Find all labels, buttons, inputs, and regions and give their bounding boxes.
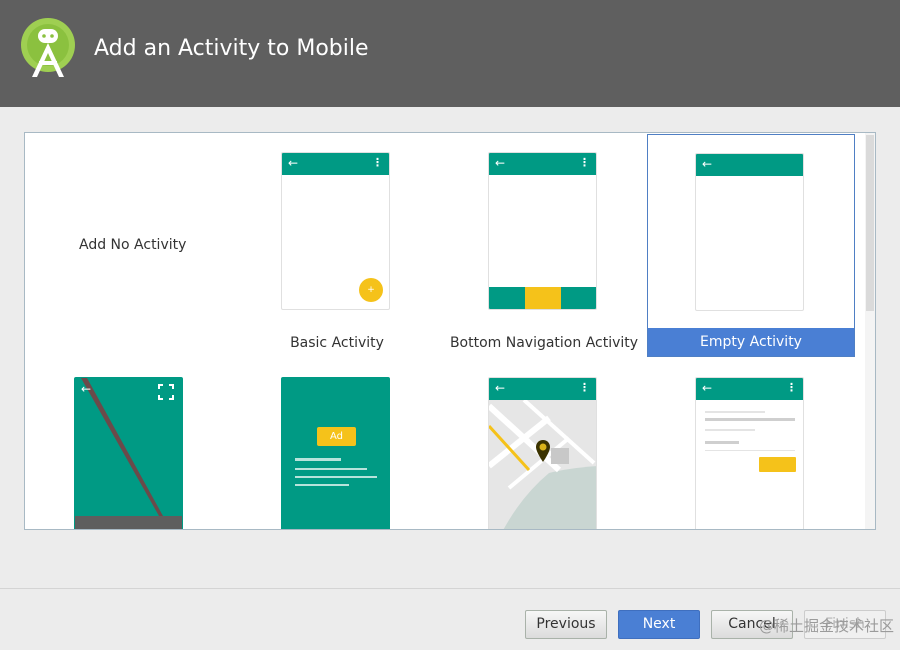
template-cell-empty-activity[interactable]: ← Empty Activity [647,134,855,357]
ad-badge: Ad [317,427,356,446]
basic-activity-preview: ← ⋮ + [281,152,390,310]
back-arrow-icon: ← [495,381,506,395]
gallery-scrollbar-thumb[interactable] [866,135,874,311]
back-arrow-icon: ← [495,156,506,170]
text-line-placeholder [295,484,349,486]
fullscreen-icon [158,384,174,400]
fullscreen-activity-preview: ← [74,377,183,529]
back-arrow-icon: ← [288,156,299,170]
template-cell-login-activity[interactable]: ← ⋮ [647,357,855,529]
fab-icon: + [359,278,383,302]
preview-app-bar: ← ⋮ [489,153,596,175]
text-line-placeholder [295,468,367,470]
previous-button[interactable]: Previous [525,610,607,639]
gallery-scrollbar[interactable] [865,133,875,529]
overflow-menu-icon: ⋮ [372,156,383,169]
map-pin-icon [536,440,550,462]
overflow-menu-icon: ⋮ [579,381,590,394]
preview-app-bar: ← ⋮ [489,378,596,400]
password-field-placeholder [705,429,755,431]
maps-activity-preview: ← ⋮ [488,377,597,529]
text-line-placeholder [295,476,377,478]
fullscreen-diagonal-graphic [75,378,182,529]
bottom-nav-bar [489,287,596,309]
template-cell-no-activity[interactable]: Add No Activity [25,133,233,357]
template-cell-maps-activity[interactable]: ← ⋮ [440,357,648,529]
ad-activity-preview: Ad [281,377,390,529]
template-cell-bottom-navigation-activity[interactable]: ← ⋮ Bottom Navigation Activity [440,133,648,357]
back-arrow-icon: ← [702,157,713,171]
android-studio-logo-icon [21,18,75,77]
template-label: Bottom Navigation Activity [449,335,639,351]
email-field-placeholder [705,411,765,413]
template-label-selected: Empty Activity [648,328,854,356]
email-field-placeholder [705,418,795,421]
dialog-title: Add an Activity to Mobile [94,36,369,61]
template-cell-fullscreen-activity[interactable]: ← [25,357,233,529]
next-button[interactable]: Next [618,610,700,639]
dialog-header: Add an Activity to Mobile [0,0,900,107]
back-arrow-icon: ← [702,381,713,395]
password-field-placeholder [705,450,795,451]
activity-template-gallery: Add No Activity ← ⋮ + Basic Activity ← ⋮… [24,132,876,530]
overflow-menu-icon: ⋮ [786,381,797,394]
password-field-placeholder [705,441,739,444]
login-activity-preview: ← ⋮ [695,377,804,529]
text-line-placeholder [295,458,341,461]
preview-app-bar: ← ⋮ [696,378,803,400]
preview-app-bar: ← [696,154,803,176]
no-activity-label: Add No Activity [79,237,187,253]
watermark-text: @稀土掘金技术社区 [758,617,894,635]
bottom-nav-selected-item [525,287,561,309]
preview-app-bar: ← ⋮ [282,153,389,175]
overflow-menu-icon: ⋮ [579,156,590,169]
bottom-navigation-preview: ← ⋮ [488,152,597,310]
back-arrow-icon: ← [81,382,92,396]
sign-in-button-placeholder [759,457,796,472]
template-cell-basic-activity[interactable]: ← ⋮ + Basic Activity [233,133,441,357]
empty-activity-preview: ← [695,153,804,311]
template-cell-ad-activity[interactable]: Ad [233,357,441,529]
template-label: Basic Activity [290,335,384,351]
footer-divider [0,588,900,589]
